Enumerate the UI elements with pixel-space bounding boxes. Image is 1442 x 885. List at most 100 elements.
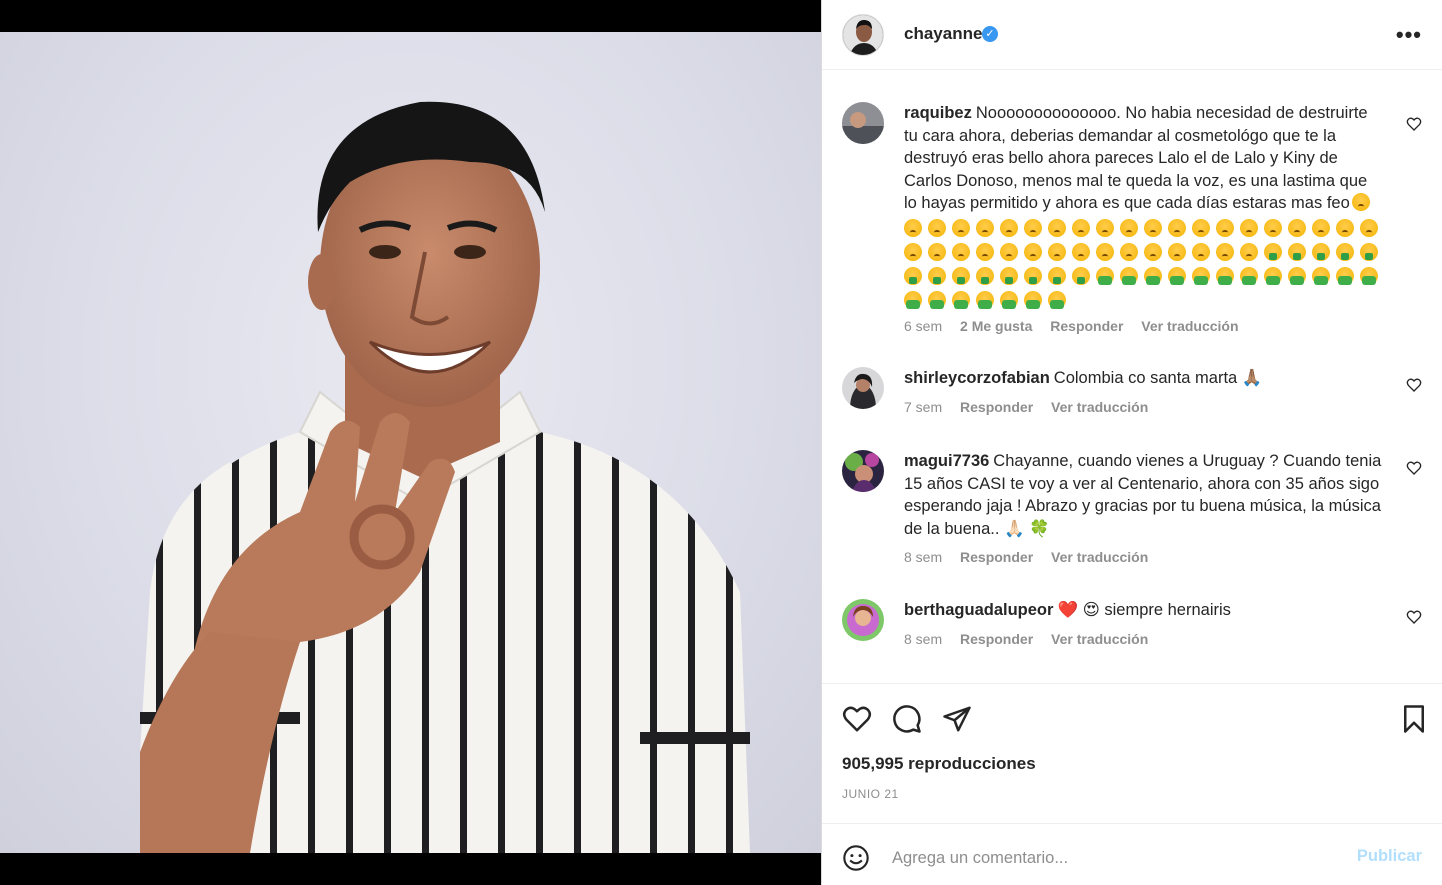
- pensive-emoji-icon: [1240, 218, 1258, 237]
- nauseated-emoji-icon: [1240, 266, 1258, 285]
- money-mouth-emoji-icon: [1336, 242, 1354, 261]
- comment-body: berthaguadalupeor ❤️ 😍 siempre hernairis: [904, 599, 1384, 622]
- pensive-emoji-icon: [1024, 242, 1042, 261]
- pensive-emoji-icon: [1168, 218, 1186, 237]
- nauseated-emoji-icon: [1096, 266, 1114, 285]
- pensive-emoji-icon: [1240, 242, 1258, 261]
- comment-item: berthaguadalupeor ❤️ 😍 siempre hernairis …: [842, 599, 1422, 659]
- money-mouth-emoji-icon: [904, 266, 922, 285]
- translate-button[interactable]: Ver traducción: [1051, 631, 1148, 647]
- nauseated-emoji-icon: [1144, 266, 1162, 285]
- commenter-avatar-image: [842, 102, 884, 144]
- comment-input[interactable]: [892, 846, 1332, 870]
- comment-time: 6 sem: [904, 318, 943, 334]
- author-avatar[interactable]: [842, 14, 884, 56]
- pensive-emoji-icon: [1072, 242, 1090, 261]
- comment-meta: 6 sem 2 Me gusta Responder Ver traducció…: [904, 318, 1253, 334]
- heart-icon[interactable]: [842, 704, 872, 734]
- translate-button[interactable]: Ver traducción: [1051, 549, 1148, 565]
- reply-button[interactable]: Responder: [1050, 318, 1123, 334]
- nauseated-emoji-icon: [1120, 266, 1138, 285]
- nauseated-emoji-icon: [904, 290, 922, 309]
- post-header: chayanne ✓ •••: [822, 0, 1442, 70]
- comment-body: shirleycorzofabian Colombia co santa mart…: [904, 367, 1384, 390]
- emoji-picker-icon[interactable]: [842, 844, 870, 872]
- pensive-emoji-icon: [928, 218, 946, 237]
- money-mouth-emoji-icon: [1360, 242, 1378, 261]
- add-comment-bar: Publicar: [822, 823, 1442, 885]
- pensive-emoji-icon: [1096, 218, 1114, 237]
- money-mouth-emoji-icon: [952, 266, 970, 285]
- pensive-emoji-icon: [952, 242, 970, 261]
- pensive-emoji-icon: [1168, 242, 1186, 261]
- comment-username[interactable]: shirleycorzofabian: [904, 369, 1050, 387]
- pensive-emoji-icon: [1336, 218, 1354, 237]
- nauseated-emoji-icon: [952, 290, 970, 309]
- commenter-avatar-image: [842, 450, 884, 492]
- pensive-emoji-icon: [976, 242, 994, 261]
- commenter-avatar-image: [842, 599, 884, 641]
- nauseated-emoji-icon: [976, 290, 994, 309]
- nauseated-emoji-icon: [1168, 266, 1186, 285]
- pensive-emoji-icon: [928, 242, 946, 261]
- pensive-emoji-icon: [1072, 218, 1090, 237]
- money-mouth-emoji-icon: [1024, 266, 1042, 285]
- nauseated-emoji-icon: [1360, 266, 1378, 285]
- paper-plane-icon[interactable]: [942, 704, 972, 734]
- money-mouth-emoji-icon: [1000, 266, 1018, 285]
- commenter-avatar[interactable]: [842, 450, 884, 492]
- pensive-emoji-icon: [1288, 218, 1306, 237]
- commenter-avatar-image: [842, 367, 884, 409]
- emoji-sequence: [904, 217, 1384, 313]
- pensive-emoji-icon: [1096, 242, 1114, 261]
- ellipsis-icon[interactable]: •••: [1396, 22, 1422, 48]
- comment-meta: 7 sem Responder Ver traducción: [904, 399, 1162, 415]
- comment-text: Colombia co santa marta 🙏🏽: [1053, 369, 1263, 387]
- reply-button[interactable]: Responder: [960, 631, 1033, 647]
- emoji-row: [904, 217, 1384, 241]
- comment-item: magui7736 Chayanne, cuando vienes a Urugu…: [842, 450, 1422, 570]
- comment-time: 8 sem: [904, 631, 943, 647]
- translate-button[interactable]: Ver traducción: [1051, 399, 1148, 415]
- pensive-emoji-icon: [904, 242, 922, 261]
- emoji-row: [904, 265, 1384, 289]
- author-username[interactable]: chayanne: [904, 24, 982, 44]
- pensive-emoji-icon: [1264, 218, 1282, 237]
- post-video[interactable]: [0, 32, 821, 853]
- pensive-emoji-icon: [1216, 218, 1234, 237]
- like-comment-heart-icon[interactable]: [1406, 377, 1422, 393]
- comment-username[interactable]: magui7736: [904, 452, 989, 470]
- pensive-emoji-icon: [1312, 218, 1330, 237]
- view-count[interactable]: 905,995 reproducciones: [842, 754, 1036, 774]
- comment-likes-count[interactable]: 2 Me gusta: [960, 318, 1032, 334]
- reply-button[interactable]: Responder: [960, 399, 1033, 415]
- reply-button[interactable]: Responder: [960, 549, 1033, 565]
- pensive-emoji-icon: [1144, 242, 1162, 261]
- comment-text: Noooooooooooooo. No habia necesidad de d…: [904, 104, 1368, 212]
- commenter-avatar[interactable]: [842, 599, 884, 641]
- comment-username[interactable]: berthaguadalupeor: [904, 601, 1053, 619]
- translate-button[interactable]: Ver traducción: [1141, 318, 1238, 334]
- nauseated-emoji-icon: [1024, 290, 1042, 309]
- nauseated-emoji-icon: [1000, 290, 1018, 309]
- commenter-avatar[interactable]: [842, 367, 884, 409]
- comments-list: raquibez Noooooooooooooo. No habia necesi…: [822, 70, 1442, 682]
- comment-time: 8 sem: [904, 549, 943, 565]
- comment-username[interactable]: raquibez: [904, 104, 972, 122]
- pensive-emoji-icon: [1000, 242, 1018, 261]
- post-details-panel: chayanne ✓ ••• raquibez Noooooooooooooo. …: [821, 0, 1442, 885]
- commenter-avatar[interactable]: [842, 102, 884, 144]
- comment-bubble-icon[interactable]: [892, 704, 922, 734]
- bookmark-icon[interactable]: [1399, 704, 1429, 734]
- pensive-emoji-icon: [1192, 218, 1210, 237]
- publish-button[interactable]: Publicar: [1357, 847, 1422, 866]
- like-comment-heart-icon[interactable]: [1406, 116, 1422, 132]
- like-comment-heart-icon[interactable]: [1406, 609, 1422, 625]
- comment-time: 7 sem: [904, 399, 943, 415]
- emoji-row: [904, 241, 1384, 265]
- post-actions-section: 905,995 reproducciones JUNIO 21 Publicar: [822, 683, 1442, 885]
- like-comment-heart-icon[interactable]: [1406, 460, 1422, 476]
- pensive-emoji-icon: [1048, 242, 1066, 261]
- nauseated-emoji-icon: [1048, 290, 1066, 309]
- man-striped-shirt-illustration: [140, 101, 750, 853]
